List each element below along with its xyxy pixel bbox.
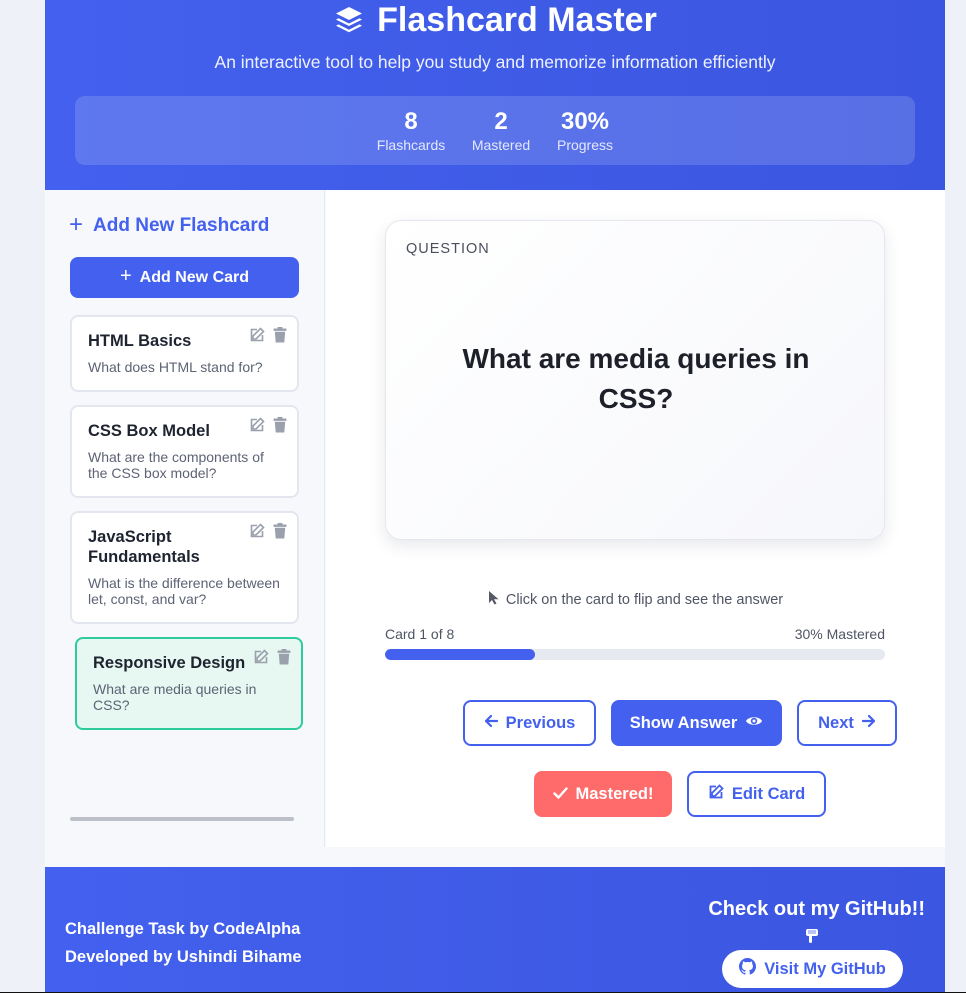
edit-icon[interactable] — [249, 327, 265, 343]
stats-bar: 8 Flashcards 2 Mastered 30% Progress — [75, 96, 915, 165]
stat-flashcards: 8 Flashcards — [376, 108, 446, 154]
app-title-text: Flashcard Master — [377, 1, 657, 39]
edit-icon[interactable] — [249, 417, 265, 433]
flashcard-list-item[interactable]: HTML Basics What does HTML stand for? — [70, 315, 299, 392]
app-container: Flashcard Master An interactive tool to … — [45, 0, 945, 993]
edit-card-button[interactable]: Edit Card — [687, 771, 826, 817]
app-title: Flashcard Master — [45, 0, 945, 40]
flip-hint: Click on the card to flip and see the an… — [326, 590, 945, 609]
card-question: What are media queries in CSS? — [93, 681, 257, 713]
footer-credit-task: Challenge Task by CodeAlpha — [65, 920, 301, 938]
sidebar: + Add New Flashcard + Add New Card HTML … — [45, 190, 325, 847]
card-actions — [249, 523, 287, 539]
add-new-card-button[interactable]: + Add New Card — [70, 257, 299, 298]
card-counter: Card 1 of 8 — [385, 626, 455, 642]
stat-label: Progress — [556, 137, 614, 153]
previous-label: Previous — [505, 713, 576, 732]
layer-group-icon — [333, 4, 365, 36]
mastered-button[interactable]: Mastered! — [534, 771, 672, 817]
arrow-left-icon — [484, 714, 498, 733]
mouse-pointer-icon — [488, 590, 500, 609]
card-actions — [249, 417, 287, 433]
flashcard-list-item[interactable]: JavaScript Fundamentals What is the diff… — [70, 511, 299, 624]
sidebar-scrollbar[interactable] — [70, 817, 294, 821]
sidebar-heading-text: Add New Flashcard — [93, 215, 270, 236]
card-question: What is the difference between let, cons… — [88, 575, 280, 607]
visit-github-label: Visit My GitHub — [764, 959, 886, 978]
eye-icon — [745, 714, 763, 733]
add-new-card-label: Add New Card — [139, 268, 250, 286]
header: Flashcard Master An interactive tool to … — [45, 0, 945, 190]
card-question-text: What are media queries in CSS? — [462, 343, 810, 414]
trash-icon[interactable] — [273, 417, 287, 433]
stat-progress: 30% Progress — [555, 108, 615, 154]
progress-bar-fill — [385, 649, 535, 660]
visit-github-button[interactable]: Visit My GitHub — [722, 950, 903, 988]
trash-icon[interactable] — [277, 649, 291, 665]
sidebar-heading: + Add New Flashcard — [69, 210, 270, 238]
footer: Challenge Task by CodeAlpha Developed by… — [45, 867, 945, 993]
flashcard[interactable]: QUESTION What are media queries in CSS? — [385, 220, 885, 540]
stat-value: 2 — [494, 108, 508, 135]
github-cta-title: Check out my GitHub!! — [708, 898, 925, 920]
edit-card-label: Edit Card — [731, 784, 806, 803]
edit-icon[interactable] — [253, 649, 269, 665]
previous-button[interactable]: Previous — [463, 700, 596, 746]
arrow-right-icon — [861, 714, 876, 733]
next-button[interactable]: Next — [797, 700, 897, 746]
card-side-label: QUESTION — [406, 241, 490, 257]
show-answer-label: Show Answer — [629, 713, 738, 732]
trash-icon[interactable] — [273, 523, 287, 539]
stat-mastered: 2 Mastered — [471, 108, 531, 154]
flashcard-list-item-active[interactable]: Responsive Design What are media queries… — [75, 637, 303, 730]
flashcard-list-item[interactable]: CSS Box Model What are the components of… — [70, 405, 299, 498]
flip-hint-text: Click on the card to flip and see the an… — [505, 591, 784, 608]
mastered-percent: 30% Mastered — [794, 626, 885, 642]
github-icon — [739, 958, 757, 980]
app-subtitle: An interactive tool to help you study an… — [214, 52, 776, 72]
trash-icon[interactable] — [273, 327, 287, 343]
stat-label: Flashcards — [376, 137, 446, 153]
edit-icon — [708, 783, 724, 805]
mastered-label: Mastered! — [575, 784, 654, 803]
study-area: QUESTION What are media queries in CSS? … — [326, 190, 945, 847]
stat-label: Mastered — [471, 137, 531, 153]
card-question: What are the components of the CSS box m… — [88, 449, 264, 481]
edit-icon[interactable] — [249, 523, 265, 539]
pointing-down-icon — [805, 928, 819, 949]
plus-icon: + — [69, 210, 84, 238]
progress-bar — [385, 649, 885, 660]
next-label: Next — [818, 713, 854, 732]
card-actions — [253, 649, 291, 665]
stat-value: 30% — [560, 108, 610, 135]
check-icon — [552, 785, 568, 804]
plus-icon: + — [119, 265, 132, 287]
show-answer-button[interactable]: Show Answer — [611, 700, 782, 746]
card-actions — [249, 327, 287, 343]
card-question: What does HTML stand for? — [88, 359, 263, 375]
stat-value: 8 — [404, 108, 418, 135]
footer-credit-developer: Developed by Ushindi Bihame — [65, 948, 302, 966]
